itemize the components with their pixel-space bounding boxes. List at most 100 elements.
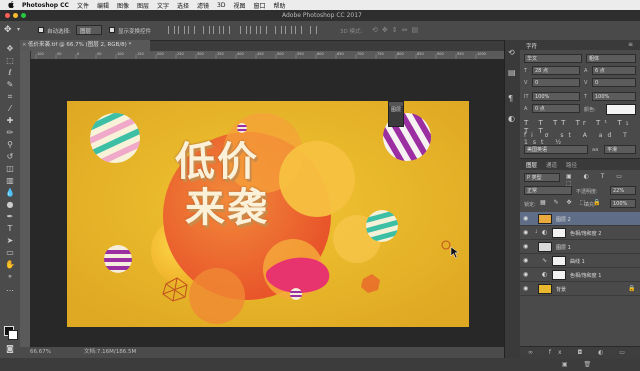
distribute-bottom-icon[interactable] (260, 26, 267, 34)
menu-select[interactable]: 选择 (177, 1, 189, 10)
more-tools-icon[interactable]: … (5, 284, 15, 294)
zoom-level[interactable]: 66.67% (30, 347, 51, 358)
quick-select-tool-icon[interactable]: ✎ (5, 80, 15, 90)
distribute-left-icon[interactable] (275, 26, 282, 34)
minimize-window-button[interactable] (13, 13, 18, 18)
auto-align-icon[interactable] (310, 26, 317, 34)
language-select[interactable]: 美国英语 (524, 145, 588, 154)
eyedropper-tool-icon[interactable]: ⁄ (5, 104, 15, 114)
layer-filter-icons[interactable]: ▣ ◐ T ▭ ⬚ (566, 173, 640, 187)
history-panel-icon[interactable]: ⟲ (508, 48, 515, 57)
background-color-swatch[interactable] (8, 330, 18, 340)
menu-help[interactable]: 帮助 (274, 1, 286, 10)
distribute-right-icon[interactable] (295, 26, 302, 34)
distribute-hcenter-icon[interactable] (285, 26, 292, 34)
blend-mode-select[interactable]: 正常 (524, 186, 572, 195)
layer-row-hue-sat-2[interactable]: ◉ ↓ ◐ 色相/饱和度 2 (520, 226, 640, 240)
history-brush-tool-icon[interactable]: ↺ (5, 152, 15, 162)
move-tool-icon[interactable]: ✥ (4, 25, 12, 35)
eye-icon[interactable]: ◉ (523, 229, 528, 236)
crop-tool-icon[interactable]: ⌗ (5, 92, 15, 102)
eye-icon[interactable]: ◉ (523, 285, 528, 292)
shape-tool-icon[interactable]: ▭ (5, 248, 15, 258)
tracking-field[interactable]: 0 (592, 78, 636, 87)
healing-brush-tool-icon[interactable]: ✚ (5, 116, 15, 126)
menu-3d[interactable]: 3D (217, 2, 225, 9)
eye-icon[interactable]: ◉ (523, 243, 528, 250)
brush-tool-icon[interactable]: ✏ (5, 128, 15, 138)
tab-paths[interactable]: 路径 (566, 161, 577, 169)
character-panel-tab[interactable]: 字符 (526, 42, 537, 50)
gradient-tool-icon[interactable]: ▥ (5, 176, 15, 186)
layer-row-hue-sat-1[interactable]: ◉ ◐ 色相/饱和度 1 (520, 268, 640, 282)
menu-type[interactable]: 文字 (157, 1, 169, 10)
floating-layer-badge[interactable]: 图层 (388, 101, 404, 127)
auto-select-dropdown[interactable]: 图层 (76, 25, 102, 35)
align-right-icon[interactable] (223, 26, 230, 34)
text-color-swatch[interactable] (606, 104, 636, 115)
eye-icon[interactable]: ◉ (523, 271, 528, 278)
close-tab-icon[interactable]: × (22, 40, 27, 51)
menu-app-name[interactable]: Photoshop CC (22, 2, 69, 9)
font-family-select[interactable]: 华文 (524, 54, 582, 63)
marquee-tool-icon[interactable]: ⬚ (5, 56, 15, 66)
horizontal-scale-field[interactable]: 100% (592, 92, 636, 101)
zoom-window-button[interactable] (21, 13, 26, 18)
tab-layers[interactable]: 图层 (526, 161, 537, 169)
lasso-tool-icon[interactable]: ℓ (5, 68, 15, 78)
opentype-buttons[interactable]: fi σ st A ad T 1st ½ (524, 132, 640, 146)
auto-select-checkbox[interactable] (38, 27, 44, 33)
layer-filter-select[interactable]: P 类型 (524, 173, 560, 182)
tab-channels[interactable]: 通道 (546, 161, 557, 169)
show-transform-checkbox[interactable] (109, 27, 115, 33)
clone-stamp-tool-icon[interactable]: ⚲ (5, 140, 15, 150)
zoom-tool-icon[interactable]: ⚬ (5, 272, 15, 282)
layer-row-background[interactable]: ◉ 背景 🔒 (520, 282, 640, 296)
panel-menu-icon[interactable]: ≡ (628, 41, 633, 48)
properties-panel-icon[interactable]: ▤ (508, 68, 516, 77)
eye-icon[interactable]: ◉ (523, 215, 528, 222)
layer-row-图层2[interactable]: ◉ 图层 2 (520, 212, 640, 226)
menu-window[interactable]: 窗口 (254, 1, 266, 10)
font-style-select[interactable]: 粗体 (586, 54, 636, 63)
font-size-field[interactable]: 28 点 (532, 66, 580, 75)
menu-filter[interactable]: 滤镜 (197, 1, 209, 10)
menu-file[interactable]: 文件 (77, 1, 89, 10)
leading-field[interactable]: 6 点 (592, 66, 636, 75)
adjustments-panel-icon[interactable]: ◐ (508, 114, 515, 123)
align-vcenter-icon[interactable] (178, 26, 185, 34)
layer-row-curves-1[interactable]: ◉ ∿ 曲线 1 (520, 254, 640, 268)
quick-mask-icon[interactable]: ◙ (5, 344, 15, 354)
vertical-scale-field[interactable]: 100% (532, 92, 580, 101)
fill-field[interactable]: 100% (610, 199, 636, 208)
dodge-tool-icon[interactable]: ● (5, 200, 15, 210)
baseline-shift-field[interactable]: 0 点 (532, 104, 580, 113)
artwork-canvas[interactable]: 低价 来袭 (67, 101, 469, 327)
document-info[interactable]: 文档:7.16M/186.5M (84, 347, 136, 358)
distribute-vcenter-icon[interactable] (250, 26, 257, 34)
eraser-tool-icon[interactable]: ◫ (5, 164, 15, 174)
document-tab[interactable]: × 低价来袭.tif @ 66.7% (图层 2, RGB/8) * (20, 40, 150, 51)
anti-alias-select[interactable]: 平滑 (604, 145, 636, 154)
align-bottom-icon[interactable] (188, 26, 195, 34)
menu-view[interactable]: 视图 (233, 1, 245, 10)
align-left-icon[interactable] (203, 26, 210, 34)
align-top-icon[interactable] (168, 26, 175, 34)
chevron-down-icon[interactable]: ▾ (17, 26, 20, 33)
pen-tool-icon[interactable]: ✒ (5, 212, 15, 222)
distribute-top-icon[interactable] (240, 26, 247, 34)
type-tool-icon[interactable]: T (5, 224, 15, 234)
close-window-button[interactable] (5, 13, 10, 18)
blur-tool-icon[interactable]: 💧 (5, 188, 15, 198)
layers-panel-footer[interactable]: ∞ fx ◘ ◐ ▭ ▣ 🗑 (520, 346, 640, 368)
opacity-field[interactable]: 22% (610, 186, 636, 195)
hand-tool-icon[interactable]: ✋ (5, 260, 15, 270)
move-tool-icon[interactable]: ✥ (5, 44, 15, 54)
apple-menu-icon[interactable] (8, 0, 14, 10)
align-hcenter-icon[interactable] (213, 26, 220, 34)
menu-image[interactable]: 图像 (117, 1, 129, 10)
layer-row-图层1[interactable]: ◉ 图层 1 (520, 240, 640, 254)
path-select-tool-icon[interactable]: ➤ (5, 236, 15, 246)
chevron-right-icon[interactable]: › (132, 347, 134, 358)
canvas-area[interactable]: 低价 来袭 图层 (30, 59, 504, 347)
